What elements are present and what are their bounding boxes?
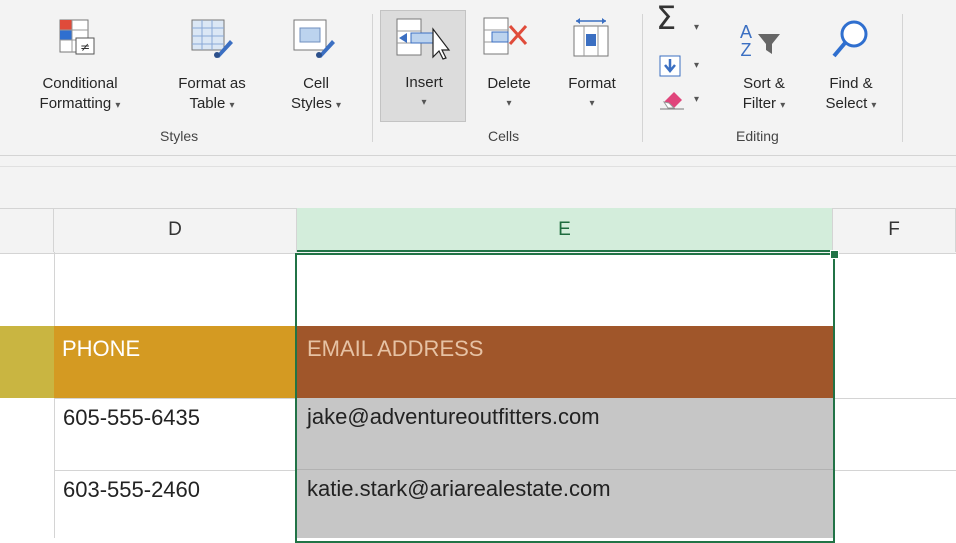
- column-header-f[interactable]: F: [833, 208, 956, 252]
- group-separator: [642, 14, 643, 142]
- cell-styles-icon: [293, 19, 335, 58]
- group-separator: [902, 14, 903, 142]
- format-as-table-icon: [191, 19, 233, 58]
- find-select-label-2: Select: [825, 95, 868, 112]
- column-header-d[interactable]: D: [54, 208, 297, 252]
- svg-text:≠: ≠: [80, 40, 90, 54]
- row-header-accent: [0, 326, 54, 398]
- editing-group-label: Editing: [736, 128, 779, 144]
- cell-styles-button[interactable]: Cell Styles ▾: [268, 10, 364, 118]
- select-all-corner[interactable]: [0, 208, 54, 252]
- cell-email-header[interactable]: EMAIL ADDRESS: [297, 326, 833, 398]
- format-as-table-button[interactable]: Format as Table ▾: [162, 10, 262, 118]
- dropdown-arrow-icon: ▾: [694, 60, 700, 71]
- dropdown-arrow-icon: ▾: [694, 94, 700, 105]
- find-select-button[interactable]: Find & Select ▾: [806, 10, 896, 118]
- email-header-text: EMAIL ADDRESS: [307, 336, 484, 361]
- autosum-button[interactable]: Σ ▾: [654, 2, 712, 48]
- insert-button[interactable]: Insert ▾: [380, 10, 466, 122]
- cells-group-label: Cells: [488, 128, 520, 144]
- phone-header-text: PHONE: [62, 336, 141, 361]
- dropdown-arrow-icon: ▾: [506, 98, 512, 109]
- format-as-table-label-2: Table: [189, 95, 226, 112]
- cell-phone[interactable]: 605-555-6435: [55, 399, 297, 470]
- insert-label: Insert: [405, 74, 443, 91]
- formula-bar-area: [0, 156, 956, 208]
- sort-filter-label-2: Filter: [742, 95, 777, 112]
- sort-filter-icon: A Z: [740, 22, 780, 60]
- gridline: [833, 398, 956, 399]
- delete-label: Delete: [487, 75, 531, 92]
- cell-d1[interactable]: [55, 253, 297, 326]
- fill-handle[interactable]: [830, 250, 839, 259]
- sort-filter-button[interactable]: A Z Sort & Filter ▾: [722, 10, 806, 118]
- cell-phone-header[interactable]: PHONE: [54, 326, 297, 398]
- email-value: katie.stark@ariarealestate.com: [307, 476, 611, 501]
- styles-group-label: Styles: [160, 128, 199, 144]
- dropdown-arrow-icon: ▾: [229, 100, 235, 111]
- dropdown-arrow-icon: ▾: [336, 100, 342, 111]
- conditional-formatting-button[interactable]: ≠ Conditional Formatting ▾: [0, 10, 160, 118]
- conditional-formatting-label-1: Conditional: [42, 75, 118, 92]
- find-select-label-1: Find &: [829, 75, 873, 92]
- format-cells-icon: [573, 18, 609, 57]
- cell-phone[interactable]: 603-555-2460: [55, 471, 297, 538]
- email-value: jake@adventureoutfitters.com: [307, 404, 600, 429]
- dropdown-arrow-icon: ▾: [115, 100, 121, 111]
- dropdown-arrow-icon: ▾: [421, 97, 427, 108]
- delete-button[interactable]: Delete ▾: [470, 10, 548, 118]
- phone-value: 603-555-2460: [63, 477, 201, 502]
- conditional-formatting-label-2: Formatting: [39, 95, 112, 112]
- gridline: [833, 252, 834, 538]
- search-icon: [832, 20, 868, 58]
- column-header-e[interactable]: E: [297, 208, 833, 252]
- phone-value: 605-555-6435: [63, 405, 201, 430]
- dropdown-arrow-icon: ▾: [694, 22, 700, 33]
- group-separator: [372, 14, 373, 142]
- cell-email[interactable]: jake@adventureoutfitters.com: [297, 398, 833, 470]
- cell-styles-label-2: Styles: [290, 95, 332, 112]
- dropdown-arrow-icon: ▾: [871, 100, 877, 111]
- gridline: [833, 470, 956, 471]
- divider: [0, 166, 956, 167]
- clear-button[interactable]: ▾: [654, 86, 712, 116]
- cell-styles-label-1: Cell: [303, 75, 329, 92]
- cell-email[interactable]: katie.stark@ariarealestate.com: [297, 470, 833, 538]
- dropdown-arrow-icon: ▾: [589, 98, 595, 109]
- conditional-formatting-icon: ≠: [59, 19, 95, 55]
- eraser-icon: [660, 92, 684, 110]
- fill-down-icon: [659, 55, 681, 77]
- format-button[interactable]: Format ▾: [550, 10, 634, 118]
- format-as-table-label-1: Format as: [178, 75, 246, 92]
- dropdown-arrow-icon: ▾: [780, 100, 786, 111]
- format-label: Format: [568, 75, 616, 92]
- insert-cells-icon: [396, 18, 451, 60]
- autosum-icon: Σ: [656, 0, 677, 37]
- fill-button[interactable]: ▾: [654, 52, 712, 84]
- svg-text:Z: Z: [741, 40, 752, 60]
- sort-filter-label-1: Sort &: [743, 75, 785, 92]
- svg-text:A: A: [740, 22, 752, 42]
- delete-cells-icon: [483, 17, 528, 55]
